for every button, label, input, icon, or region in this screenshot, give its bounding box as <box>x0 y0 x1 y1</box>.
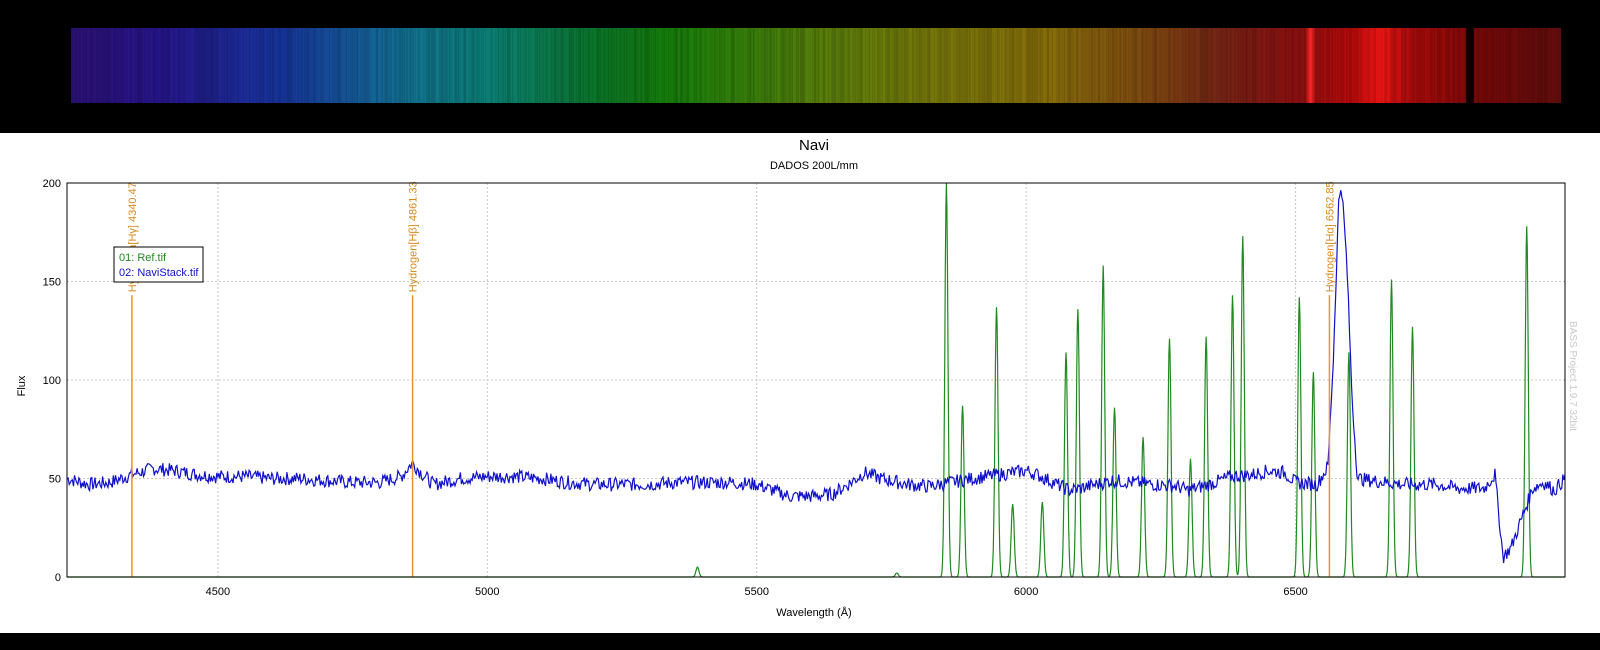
x-tick-label: 5000 <box>475 586 499 598</box>
x-tick-label: 6000 <box>1014 586 1038 598</box>
y-axis-label: Flux <box>16 375 28 396</box>
tick-layer: 4500 5000 5500 6000 6500 0 50 100 150 200 <box>43 178 1308 598</box>
legend-entry-ref: 01: Ref.tif <box>119 252 167 264</box>
bottom-black-bar <box>0 633 1600 650</box>
y-tick-label: 150 <box>43 277 61 289</box>
chart-subtitle: DADOS 200L/mm <box>770 160 858 172</box>
grid-layer <box>67 183 1565 577</box>
y-tick-label: 0 <box>55 572 61 584</box>
spectrum-image-band <box>0 0 1600 133</box>
y-tick-label: 100 <box>43 375 61 387</box>
spectrum-chart: Navi DADOS 200L/mm Hydrogen[Hγ] 4340.47 H… <box>16 137 1578 619</box>
series-navistack-line <box>66 190 1566 564</box>
x-tick-label: 5500 <box>744 586 768 598</box>
plot-panel: Navi DADOS 200L/mm Hydrogen[Hγ] 4340.47 H… <box>0 133 1600 633</box>
y-tick-label: 50 <box>49 474 61 486</box>
legend-entry-navistack: 02: NaviStack.tif <box>119 267 199 279</box>
marker-label: Hydrogen[Hα] 6562.85 <box>1324 181 1336 292</box>
x-tick-label: 4500 <box>206 586 230 598</box>
spectrum-strip-image <box>71 28 1561 103</box>
x-axis-label: Wavelength (Å) <box>776 606 851 619</box>
marker-label: Hydrogen[Hβ] 4861.33 <box>408 181 420 292</box>
legend: 01: Ref.tif 02: NaviStack.tif <box>113 246 204 283</box>
x-tick-label: 6500 <box>1283 586 1307 598</box>
y-tick-label: 200 <box>43 178 61 190</box>
marker-layer: Hydrogen[Hγ] 4340.47 Hydrogen[Hβ] 4861.33… <box>127 181 1336 577</box>
watermark-text: BASS Project 1.9.7 32bit <box>1567 321 1578 431</box>
chart-title: Navi <box>799 137 829 154</box>
